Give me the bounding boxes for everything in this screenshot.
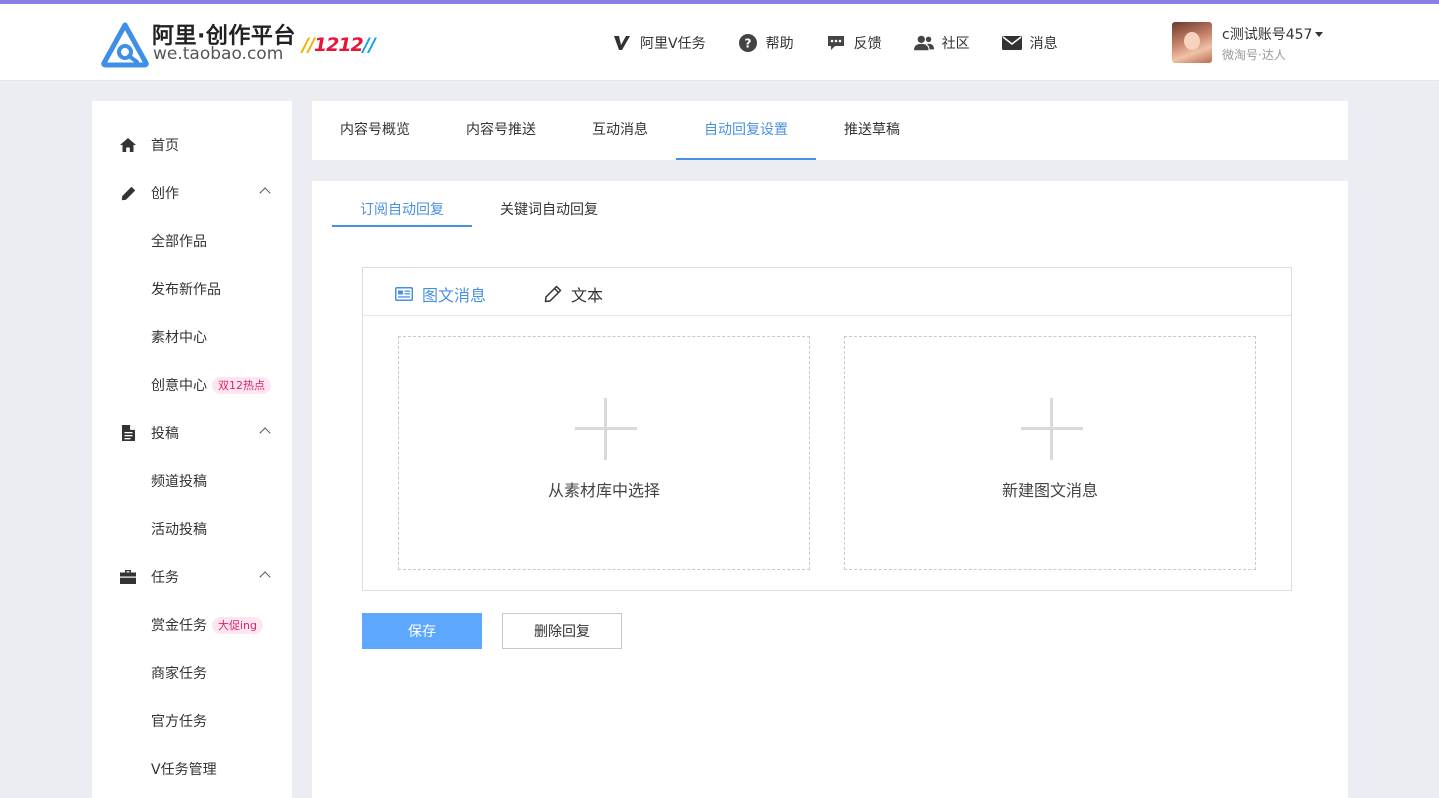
plus-icon (1021, 398, 1083, 460)
v-task-icon (612, 33, 632, 53)
promo-badge: 大促ing (212, 616, 264, 634)
editor-type-tabs: 图文消息 文本 (363, 268, 1291, 316)
user-menu[interactable]: c测试账号457 微淘号·达人 (1172, 22, 1412, 66)
sidebar-item-bounty-tasks[interactable]: 赏金任务 大促ing (92, 613, 292, 637)
sidebar-item-create[interactable]: 创作 (92, 181, 292, 205)
message-icon (1001, 33, 1022, 53)
avatar[interactable] (1172, 22, 1212, 63)
tab-interaction[interactable]: 互动消息 (592, 101, 648, 160)
sidebar-item-label: 首页 (151, 138, 179, 154)
sidebar-item-activity-submission[interactable]: 活动投稿 (92, 517, 292, 541)
chevron-up-icon (259, 427, 271, 439)
sidebar-item-label: 官方任务 (151, 714, 207, 730)
reply-editor: 图文消息 文本 从素材库中选择 新建图文消息 (362, 267, 1292, 591)
sidebar-item-all-works[interactable]: 全部作品 (92, 229, 292, 253)
chevron-up-icon (259, 187, 271, 199)
tab-push[interactable]: 内容号推送 (466, 101, 536, 160)
sidebar-item-creative-center[interactable]: 创意中心 双12热点 (92, 373, 292, 397)
logo-subtitle: we.taobao.com (153, 44, 284, 64)
nav-v-task-label: 阿里V任务 (640, 36, 706, 52)
subtab-keyword-reply[interactable]: 关键词自动回复 (500, 199, 598, 227)
nav-help-label: 帮助 (765, 36, 794, 52)
sidebar: 首页 创作 全部作品 发布新作品 素材中心 创意中心 双12热点 投稿 频道投稿… (92, 101, 292, 798)
sidebar-item-label: 赏金任务 (151, 618, 207, 634)
nav-message-label: 消息 (1029, 36, 1058, 52)
sidebar-item-channel-submission[interactable]: 频道投稿 (92, 469, 292, 493)
sidebar-item-v-task-management[interactable]: V任务管理 (92, 757, 292, 781)
sidebar-item-publish-new[interactable]: 发布新作品 (92, 277, 292, 301)
select-from-library-label: 从素材库中选择 (547, 481, 660, 500)
sidebar-item-official-tasks[interactable]: 官方任务 (92, 709, 292, 733)
create-news-label: 新建图文消息 (1001, 481, 1098, 500)
sidebar-item-label: 创作 (151, 186, 179, 202)
pencil-icon (120, 185, 136, 201)
sidebar-item-home[interactable]: 首页 (92, 133, 292, 157)
nav-v-task[interactable]: 阿里V任务 (612, 33, 706, 53)
svg-text:?: ? (744, 37, 751, 51)
sidebar-item-label: 任务 (151, 570, 179, 586)
logo-mark-icon (101, 22, 149, 68)
editor-tab-text[interactable]: 文本 (543, 282, 603, 306)
sidebar-item-label: 活动投稿 (151, 522, 207, 538)
news-card-icon (394, 284, 414, 304)
plus-icon (575, 398, 637, 460)
sidebar-item-tasks[interactable]: 任务 (92, 565, 292, 589)
delete-reply-button[interactable]: 删除回复 (502, 613, 622, 649)
top-nav: 阿里V任务 ? 帮助 反馈 社区 消息 (612, 31, 1090, 55)
sidebar-item-submission[interactable]: 投稿 (92, 421, 292, 445)
sidebar-item-label: 素材中心 (151, 330, 207, 346)
editor-tab-news[interactable]: 图文消息 (394, 282, 486, 306)
caret-down-icon[interactable] (1315, 32, 1323, 37)
top-header: 阿里·创作平台 we.taobao.com //1212// 阿里V任务 ? 帮… (0, 4, 1439, 81)
auto-reply-panel: 订阅自动回复 关键词自动回复 图文消息 文本 从素材库中选择 新建图文消息 保存… (312, 181, 1348, 798)
editor-tab-text-label: 文本 (571, 286, 604, 305)
site-logo[interactable]: 阿里·创作平台 we.taobao.com //1212// (101, 18, 391, 68)
user-role: 微淘号·达人 (1222, 48, 1286, 62)
chevron-up-icon (259, 571, 271, 583)
home-icon (120, 137, 136, 153)
promo-1212-icon: //1212// (302, 34, 376, 56)
nav-feedback-label: 反馈 (853, 36, 882, 52)
create-news-button[interactable]: 新建图文消息 (844, 336, 1256, 570)
nav-help[interactable]: ? 帮助 (738, 33, 794, 53)
tab-drafts[interactable]: 推送草稿 (844, 101, 900, 160)
feedback-icon (826, 33, 846, 53)
briefcase-icon (120, 569, 136, 585)
sidebar-item-label: 投稿 (151, 426, 179, 442)
subtab-subscribe-reply[interactable]: 订阅自动回复 (332, 199, 472, 227)
sidebar-item-label: V任务管理 (151, 762, 217, 778)
sidebar-item-merchant-tasks[interactable]: 商家任务 (92, 661, 292, 685)
sidebar-item-material-center[interactable]: 素材中心 (92, 325, 292, 349)
sidebar-item-label: 全部作品 (151, 234, 207, 250)
editor-tab-news-label: 图文消息 (422, 286, 487, 305)
pencil-outline-icon (543, 284, 563, 304)
save-button[interactable]: 保存 (362, 613, 482, 649)
nav-message[interactable]: 消息 (1001, 33, 1058, 53)
nav-feedback[interactable]: 反馈 (826, 33, 882, 53)
help-icon: ? (738, 33, 758, 53)
tab-overview[interactable]: 内容号概览 (340, 101, 410, 160)
hot-badge: 双12热点 (212, 376, 271, 394)
document-icon (120, 425, 136, 441)
nav-community[interactable]: 社区 (913, 33, 970, 53)
sidebar-item-label: 发布新作品 (151, 282, 221, 298)
sidebar-item-label: 商家任务 (151, 666, 207, 682)
sidebar-item-label: 频道投稿 (151, 474, 207, 490)
tab-auto-reply-settings[interactable]: 自动回复设置 (676, 101, 816, 160)
nav-community-label: 社区 (941, 36, 970, 52)
community-icon (913, 33, 934, 53)
sidebar-item-label: 创意中心 (151, 378, 207, 394)
content-tabs: 内容号概览 内容号推送 互动消息 自动回复设置 推送草稿 (312, 101, 1348, 160)
select-from-library-button[interactable]: 从素材库中选择 (398, 336, 810, 570)
user-name: c测试账号457 (1222, 27, 1313, 43)
